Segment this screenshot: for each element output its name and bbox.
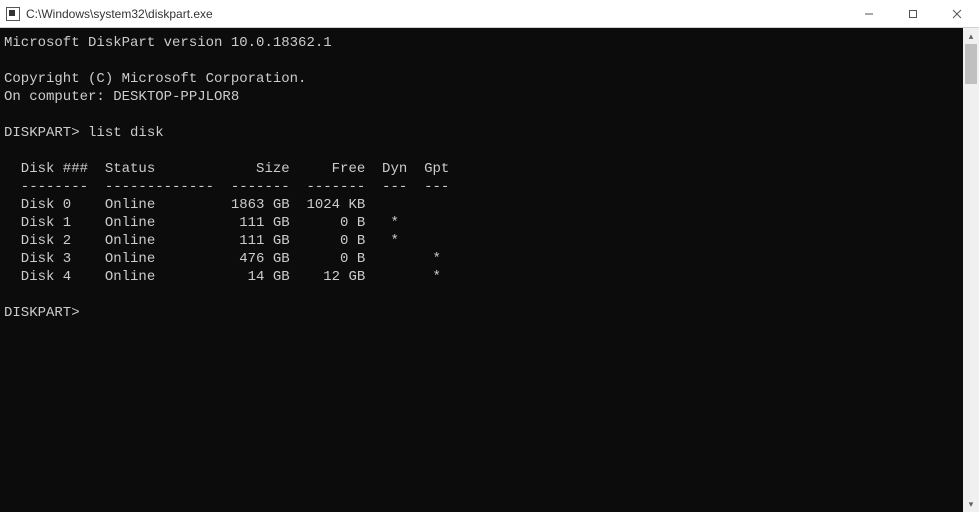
- close-button[interactable]: [935, 0, 979, 27]
- console-wrap: Microsoft DiskPart version 10.0.18362.1 …: [0, 28, 979, 512]
- scroll-thumb[interactable]: [965, 44, 977, 84]
- close-icon: [952, 9, 962, 19]
- minimize-button[interactable]: [847, 0, 891, 27]
- titlebar[interactable]: C:\Windows\system32\diskpart.exe: [0, 0, 979, 28]
- minimize-icon: [864, 9, 874, 19]
- scroll-down-arrow[interactable]: ▾: [963, 496, 979, 512]
- vertical-scrollbar[interactable]: ▴ ▾: [963, 28, 979, 512]
- maximize-button[interactable]: [891, 0, 935, 27]
- window-controls: [847, 0, 979, 27]
- console[interactable]: Microsoft DiskPart version 10.0.18362.1 …: [0, 28, 963, 512]
- window-title: C:\Windows\system32\diskpart.exe: [26, 7, 847, 21]
- scroll-up-arrow[interactable]: ▴: [963, 28, 979, 44]
- maximize-icon: [908, 9, 918, 19]
- app-icon: [6, 7, 20, 21]
